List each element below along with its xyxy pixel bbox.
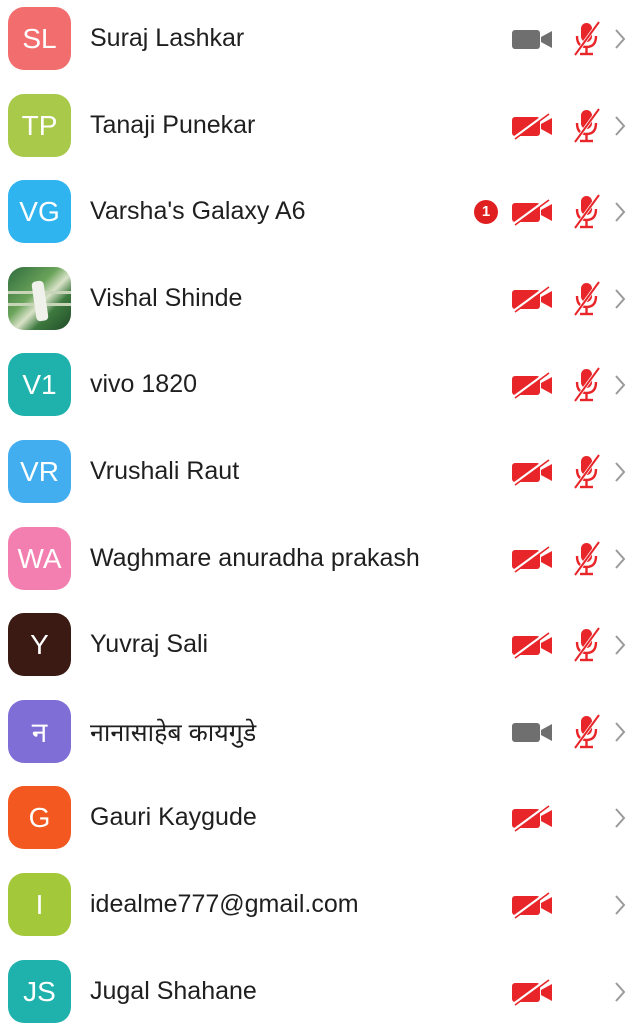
avatar: WA: [8, 527, 71, 590]
participant-name: idealme777@gmail.com: [90, 890, 359, 918]
participant-name: Jugal Shahane: [90, 977, 257, 1005]
chevron-right-icon[interactable]: [612, 199, 628, 225]
microphone-muted-icon[interactable]: [570, 280, 604, 318]
avatar-initials: WA: [17, 542, 62, 574]
avatar: Y: [8, 613, 71, 676]
avatar-initials: V1: [22, 368, 57, 400]
participant-name: नानासाहेब कायगुडे: [90, 718, 257, 747]
participant-row[interactable]: SL Suraj Lashkar: [0, 0, 636, 82]
microphone-muted-icon[interactable]: [570, 193, 604, 231]
participant-name: Vrushali Raut: [90, 457, 240, 485]
participant-row[interactable]: G Gauri Kaygude: [0, 774, 636, 861]
participant-row[interactable]: TP Tanaji Punekar: [0, 82, 636, 169]
chevron-right-icon[interactable]: [612, 632, 628, 658]
participant-row[interactable]: VG Varsha's Galaxy A6 1: [0, 168, 636, 255]
chevron-right-icon[interactable]: [612, 113, 628, 139]
video-camera-off-icon[interactable]: [510, 25, 554, 53]
participant-row[interactable]: V1 vivo 1820: [0, 341, 636, 428]
avatar: न: [8, 700, 71, 763]
microphone-muted-icon[interactable]: [570, 713, 604, 751]
video-camera-off-icon[interactable]: [510, 197, 554, 226]
participant-list: SL Suraj Lashkar TP Tanaji Punekar VG Varsha'…: [0, 0, 636, 1023]
avatar-initials: Y: [30, 628, 49, 660]
avatar: VG: [8, 180, 71, 243]
participant-name: Tanaji Punekar: [90, 111, 256, 139]
avatar-initials: SL: [22, 22, 57, 54]
video-camera-off-icon[interactable]: [510, 544, 554, 573]
chevron-right-icon[interactable]: [612, 805, 628, 831]
participant-row[interactable]: JS Jugal Shahane: [0, 948, 636, 1035]
participant-name: vivo 1820: [90, 370, 198, 398]
participant-row[interactable]: Vishal Shinde: [0, 255, 636, 342]
chevron-right-icon[interactable]: [612, 979, 628, 1005]
chevron-right-icon[interactable]: [612, 892, 628, 918]
avatar-initials: VR: [20, 455, 59, 487]
video-camera-off-icon[interactable]: [510, 284, 554, 313]
avatar: SL: [8, 7, 71, 70]
avatar-initials: TP: [21, 109, 58, 141]
microphone-muted-icon[interactable]: [570, 453, 604, 491]
participant-row[interactable]: WA Waghmare anuradha prakash: [0, 515, 636, 602]
chevron-right-icon[interactable]: [612, 719, 628, 745]
video-camera-off-icon[interactable]: [510, 370, 554, 399]
participant-name: Vishal Shinde: [90, 284, 243, 312]
video-camera-off-icon[interactable]: [510, 111, 554, 140]
avatar-initials: न: [31, 716, 48, 748]
unread-badge: 1: [474, 199, 498, 224]
participant-row[interactable]: Iidealme777@gmail.com: [0, 861, 636, 948]
avatar-initials: JS: [23, 975, 56, 1007]
participant-row[interactable]: VR Vrushali Raut: [0, 428, 636, 515]
microphone-muted-icon[interactable]: [570, 626, 604, 664]
video-camera-off-icon[interactable]: [510, 803, 554, 832]
participant-row[interactable]: Y Yuvraj Sali: [0, 601, 636, 688]
chevron-right-icon[interactable]: [612, 372, 628, 398]
participant-name: Gauri Kaygude: [90, 803, 257, 831]
microphone-muted-icon[interactable]: [570, 20, 604, 58]
avatar: I: [8, 873, 71, 936]
video-camera-off-icon[interactable]: [510, 630, 554, 659]
video-camera-off-icon[interactable]: [510, 890, 554, 919]
avatar: VR: [8, 440, 71, 503]
microphone-muted-icon[interactable]: [570, 366, 604, 404]
video-camera-off-icon[interactable]: [510, 977, 554, 1006]
avatar: [8, 267, 71, 330]
participant-row[interactable]: न नानासाहेब कायगुडे: [0, 688, 636, 775]
microphone-muted-icon[interactable]: [570, 540, 604, 578]
participant-name: Varsha's Galaxy A6: [90, 197, 306, 225]
avatar: JS: [8, 960, 71, 1023]
participant-name: Yuvraj Sali: [90, 630, 209, 658]
microphone-muted-icon[interactable]: [570, 107, 604, 145]
avatar: TP: [8, 94, 71, 157]
avatar-initials: VG: [19, 195, 60, 227]
avatar-initials: G: [28, 801, 51, 833]
avatar: V1: [8, 353, 71, 416]
avatar: G: [8, 786, 71, 849]
chevron-right-icon[interactable]: [612, 286, 628, 312]
video-camera-off-icon[interactable]: [510, 718, 554, 746]
chevron-right-icon[interactable]: [612, 459, 628, 485]
participant-name: Waghmare anuradha prakash: [90, 544, 420, 572]
chevron-right-icon[interactable]: [612, 26, 628, 52]
participant-name: Suraj Lashkar: [90, 24, 245, 52]
chevron-right-icon[interactable]: [612, 546, 628, 572]
video-camera-off-icon[interactable]: [510, 457, 554, 486]
avatar-initials: I: [35, 888, 44, 920]
